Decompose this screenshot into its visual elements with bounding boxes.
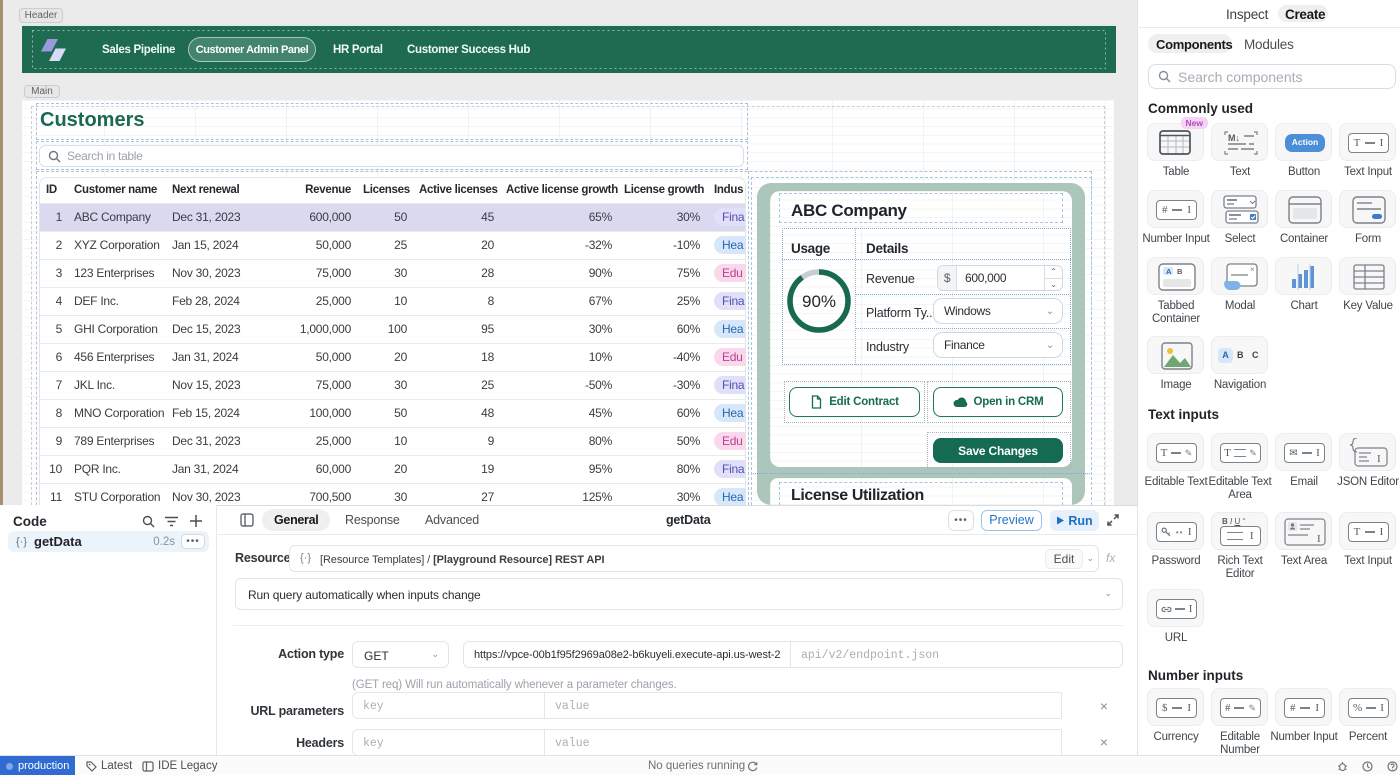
- svg-text:B: B: [1177, 267, 1183, 276]
- svg-text:A: A: [1166, 267, 1172, 276]
- svg-text:I: I: [1377, 453, 1381, 465]
- svg-text:I: I: [1317, 533, 1321, 545]
- svg-text:M↓: M↓: [1228, 133, 1240, 143]
- svg-text:×: ×: [1250, 265, 1255, 274]
